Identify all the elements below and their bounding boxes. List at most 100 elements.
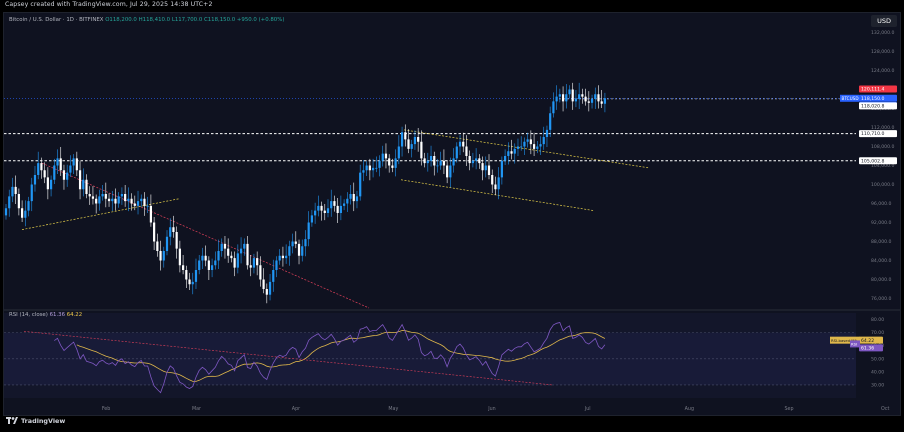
candle-body bbox=[433, 156, 436, 166]
candle-body bbox=[223, 243, 227, 249]
candle-body bbox=[481, 163, 484, 171]
candle-body bbox=[162, 251, 165, 261]
price-axis-label: 128,000.0 bbox=[871, 49, 894, 55]
candle-body bbox=[30, 184, 33, 202]
symbol-legend[interactable]: Bitcoin / U.S. Dollar · 1D · BITFINEX O1… bbox=[9, 17, 284, 23]
candle-body bbox=[384, 153, 388, 159]
candle-body bbox=[478, 158, 481, 164]
candle-body bbox=[484, 165, 487, 171]
candle-body bbox=[194, 270, 198, 282]
candle-body bbox=[314, 210, 317, 216]
candle-body bbox=[204, 255, 207, 261]
level-118-tag: 118,020.8 bbox=[861, 104, 884, 110]
candle-body bbox=[555, 96, 558, 102]
candle-body bbox=[249, 265, 252, 268]
candle-body bbox=[156, 241, 159, 251]
candle-body bbox=[491, 175, 494, 185]
candle-body bbox=[33, 175, 37, 185]
time-axis-label: Sep bbox=[784, 406, 793, 412]
candle-body bbox=[95, 198, 98, 204]
candle-body bbox=[410, 144, 413, 149]
candle-body bbox=[552, 101, 555, 114]
rsi-value: 61.36 bbox=[49, 312, 66, 318]
rsi-axis-label: 40.00 bbox=[871, 369, 884, 375]
open-value: O118,200.0 bbox=[105, 17, 137, 23]
level-111-tag: 110,710.0 bbox=[861, 131, 884, 137]
candle-body bbox=[365, 165, 368, 171]
candle-body bbox=[59, 158, 62, 171]
candle-body bbox=[458, 141, 462, 147]
candle-body bbox=[11, 186, 14, 197]
low-value: L117,700.0 bbox=[171, 17, 203, 23]
candle-body bbox=[159, 251, 162, 261]
candle-body bbox=[256, 258, 259, 266]
candle-body bbox=[272, 270, 275, 282]
candle-body bbox=[417, 137, 420, 142]
chart-canvas[interactable]: 132,000.0128,000.0124,000.0120,000.0116,… bbox=[4, 13, 900, 415]
candle-body bbox=[333, 201, 336, 206]
candle-body bbox=[378, 160, 381, 168]
candle-body bbox=[436, 165, 439, 167]
candle-body bbox=[520, 146, 523, 148]
rsi-ma-value: 64.22 bbox=[66, 312, 83, 318]
candle-body bbox=[114, 198, 117, 204]
candle-body bbox=[243, 243, 246, 249]
candle-body bbox=[185, 270, 188, 280]
candle-body bbox=[281, 255, 285, 259]
time-axis-label: Apr bbox=[292, 406, 300, 412]
candle-body bbox=[542, 137, 545, 145]
candle-body bbox=[143, 198, 146, 206]
candle-body bbox=[88, 194, 91, 197]
rsi-legend[interactable]: RSI (14, close) 61.36 64.22 bbox=[9, 312, 82, 318]
time-axis-label: Jul bbox=[584, 406, 591, 412]
candle-body bbox=[191, 281, 194, 285]
candle-body bbox=[107, 198, 111, 202]
candle-body bbox=[497, 177, 500, 190]
candle-body bbox=[136, 201, 140, 206]
price-axis-label: 132,000.0 bbox=[871, 30, 894, 36]
chart-pane[interactable]: 132,000.0128,000.0124,000.0120,000.0116,… bbox=[3, 12, 901, 416]
price-axis-label: 80,000.0 bbox=[871, 277, 892, 283]
candle-body bbox=[584, 96, 587, 102]
candle-body bbox=[449, 165, 452, 178]
candle-body bbox=[594, 94, 597, 99]
candle-body bbox=[446, 165, 449, 178]
currency-button[interactable]: USD bbox=[871, 15, 897, 27]
candle-body bbox=[40, 163, 43, 171]
candle-body bbox=[268, 281, 272, 295]
candle-body bbox=[14, 186, 17, 194]
candle-body bbox=[175, 232, 178, 249]
price-axis-label: 92,000.0 bbox=[871, 220, 892, 226]
price-axis-label: 96,000.0 bbox=[871, 201, 892, 207]
candle-body bbox=[587, 101, 590, 103]
candle-body bbox=[532, 144, 536, 149]
candle-body bbox=[165, 236, 169, 251]
price-axis-label: 76,000.0 bbox=[871, 296, 892, 302]
candle-body bbox=[201, 255, 204, 261]
candle-body bbox=[120, 194, 124, 197]
candle-body bbox=[558, 94, 561, 97]
candle-body bbox=[8, 196, 11, 209]
candle-body bbox=[581, 94, 584, 97]
candle-body bbox=[78, 170, 82, 190]
candle-body bbox=[362, 170, 365, 173]
candle-body bbox=[494, 184, 497, 190]
rsi-axis-tag: 61.36 bbox=[861, 346, 874, 352]
candle-body bbox=[294, 241, 297, 244]
candle-body bbox=[500, 160, 503, 178]
price-axis-label: 124,000.0 bbox=[871, 68, 894, 74]
candle-body bbox=[210, 265, 214, 270]
candle-body bbox=[117, 196, 120, 204]
candle-body bbox=[259, 265, 262, 280]
symbol-tag: BTCUSD bbox=[842, 96, 859, 101]
candle-body bbox=[230, 255, 233, 259]
rsi-axis-label: 50.00 bbox=[871, 356, 884, 362]
candle-body bbox=[239, 248, 243, 254]
time-axis-label: Aug bbox=[685, 406, 694, 412]
candle-body bbox=[455, 146, 458, 159]
footer-brand[interactable]: TradingView bbox=[6, 417, 65, 425]
candle-body bbox=[275, 260, 278, 270]
candle-body bbox=[423, 158, 426, 164]
time-axis-label: Mar bbox=[192, 406, 201, 412]
time-axis-label: Oct bbox=[881, 406, 889, 412]
